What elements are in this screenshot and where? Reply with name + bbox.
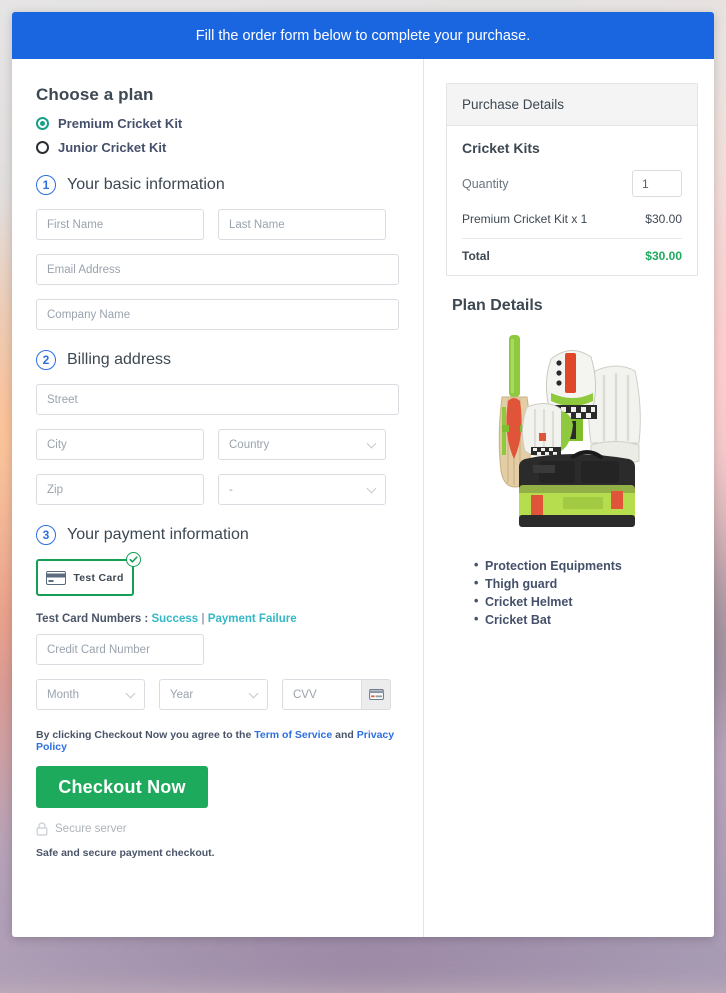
list-item: Thigh guard bbox=[474, 576, 698, 591]
chevron-down-icon bbox=[248, 688, 259, 698]
credit-card-icon bbox=[368, 689, 384, 700]
country-select-value: Country bbox=[229, 438, 270, 451]
checkout-button[interactable]: Checkout Now bbox=[36, 766, 208, 808]
test-card-numbers-label: Test Card Numbers : bbox=[36, 613, 149, 625]
cvv-help-button[interactable] bbox=[361, 679, 391, 710]
step-payment-information: 3 Your payment information bbox=[36, 525, 399, 545]
step-number-1: 1 bbox=[36, 175, 56, 195]
test-card-numbers-row: Test Card Numbers : Success | Payment Fa… bbox=[36, 613, 399, 625]
agreement-prefix: By clicking Checkout Now you agree to th… bbox=[36, 729, 252, 741]
test-card-label: Test Card bbox=[73, 571, 124, 584]
purchase-details-body: Cricket Kits Quantity Premium Cricket Ki… bbox=[447, 126, 697, 275]
line-item-amount: $30.00 bbox=[645, 212, 682, 226]
purchase-product-title: Cricket Kits bbox=[462, 140, 540, 156]
last-name-input[interactable]: Last Name bbox=[218, 209, 386, 240]
chevron-down-icon bbox=[366, 438, 377, 448]
purchase-details-panel: Purchase Details Cricket Kits Quantity P… bbox=[446, 83, 698, 276]
secure-server-row: Secure server bbox=[36, 822, 399, 836]
step-title-billing: Billing address bbox=[67, 351, 172, 368]
step-title-basic: Your basic information bbox=[67, 176, 225, 193]
content-area: Choose a plan Premium Cricket Kit Junior… bbox=[12, 59, 714, 937]
plan-option-junior-label: Junior Cricket Kit bbox=[58, 140, 167, 155]
total-label: Total bbox=[462, 249, 490, 263]
checkout-card: Fill the order form below to complete yo… bbox=[12, 12, 714, 937]
city-country-row: City Country bbox=[36, 429, 399, 460]
terms-of-service-link[interactable]: Term of Service bbox=[254, 729, 332, 741]
country-select[interactable]: Country bbox=[218, 429, 386, 460]
list-item: Cricket Bat bbox=[474, 612, 698, 627]
zip-state-row: Zip - bbox=[36, 474, 399, 505]
lock-icon bbox=[36, 822, 48, 836]
choose-plan-heading: Choose a plan bbox=[36, 85, 154, 104]
city-input[interactable]: City bbox=[36, 429, 204, 460]
cricket-kit-product-image bbox=[446, 329, 698, 549]
total-amount: $30.00 bbox=[645, 249, 682, 263]
state-select-value: - bbox=[229, 483, 233, 496]
plan-option-premium-label: Premium Cricket Kit bbox=[58, 116, 183, 131]
page-banner: Fill the order form below to complete yo… bbox=[12, 12, 714, 59]
expiry-year-select[interactable]: Year bbox=[159, 679, 268, 710]
test-card-option[interactable]: Test Card bbox=[36, 559, 134, 596]
link-separator: | bbox=[201, 613, 205, 625]
first-name-input[interactable]: First Name bbox=[36, 209, 204, 240]
quantity-input[interactable] bbox=[632, 170, 682, 197]
cvv-group: CVV bbox=[282, 679, 391, 710]
state-select[interactable]: - bbox=[218, 474, 386, 505]
quantity-label: Quantity bbox=[462, 176, 509, 191]
street-row: Street bbox=[36, 384, 399, 415]
line-item-row: Premium Cricket Kit x 1 $30.00 bbox=[462, 212, 682, 226]
step-basic-information: 1 Your basic information bbox=[36, 175, 399, 195]
payment-failure-link[interactable]: Payment Failure bbox=[208, 613, 297, 625]
plan-feature-list: Protection Equipments Thigh guard Cricke… bbox=[474, 558, 698, 627]
plan-option-junior[interactable]: Junior Cricket Kit bbox=[36, 140, 399, 155]
plan-details-heading: Plan Details bbox=[452, 297, 543, 314]
quantity-row: Quantity bbox=[462, 170, 682, 197]
zip-input[interactable]: Zip bbox=[36, 474, 204, 505]
company-row: Company Name bbox=[36, 299, 399, 330]
purchase-details-header: Purchase Details bbox=[447, 84, 697, 126]
check-circle-icon bbox=[126, 552, 141, 567]
success-link[interactable]: Success bbox=[151, 613, 198, 625]
email-input[interactable]: Email Address bbox=[36, 254, 399, 285]
test-card-option-wrap: Test Card bbox=[36, 552, 141, 596]
name-row: First Name Last Name bbox=[36, 209, 399, 240]
order-form-column: Choose a plan Premium Cricket Kit Junior… bbox=[12, 59, 423, 937]
radio-junior-icon[interactable] bbox=[36, 141, 49, 154]
plan-option-premium[interactable]: Premium Cricket Kit bbox=[36, 116, 399, 131]
step-title-payment: Your payment information bbox=[67, 526, 249, 543]
credit-card-number-input[interactable]: Credit Card Number bbox=[36, 634, 204, 665]
terms-agreement: By clicking Checkout Now you agree to th… bbox=[36, 729, 399, 753]
summary-column: Purchase Details Cricket Kits Quantity P… bbox=[424, 59, 714, 937]
list-item: Cricket Helmet bbox=[474, 594, 698, 609]
step-billing-address: 2 Billing address bbox=[36, 350, 399, 370]
cvv-input[interactable]: CVV bbox=[282, 679, 361, 710]
step-number-2: 2 bbox=[36, 350, 56, 370]
list-item: Protection Equipments bbox=[474, 558, 698, 573]
total-row: Total $30.00 bbox=[462, 249, 682, 263]
street-input[interactable]: Street bbox=[36, 384, 399, 415]
total-divider bbox=[462, 238, 682, 239]
email-row: Email Address bbox=[36, 254, 399, 285]
company-input[interactable]: Company Name bbox=[36, 299, 399, 330]
expiry-month-select[interactable]: Month bbox=[36, 679, 145, 710]
chevron-down-icon bbox=[125, 688, 136, 698]
agreement-mid: and bbox=[335, 729, 354, 741]
banner-text: Fill the order form below to complete yo… bbox=[195, 27, 531, 44]
secure-server-text: Secure server bbox=[55, 823, 127, 835]
expiry-year-value: Year bbox=[170, 688, 194, 701]
chevron-down-icon bbox=[366, 483, 377, 493]
credit-card-icon bbox=[46, 570, 67, 585]
radio-premium-icon[interactable] bbox=[36, 117, 49, 130]
expiry-month-value: Month bbox=[47, 688, 79, 701]
expiry-cvv-row: Month Year CVV bbox=[36, 679, 399, 710]
safe-checkout-text: Safe and secure payment checkout. bbox=[36, 847, 215, 859]
step-number-3: 3 bbox=[36, 525, 56, 545]
line-item-label: Premium Cricket Kit x 1 bbox=[462, 212, 588, 226]
